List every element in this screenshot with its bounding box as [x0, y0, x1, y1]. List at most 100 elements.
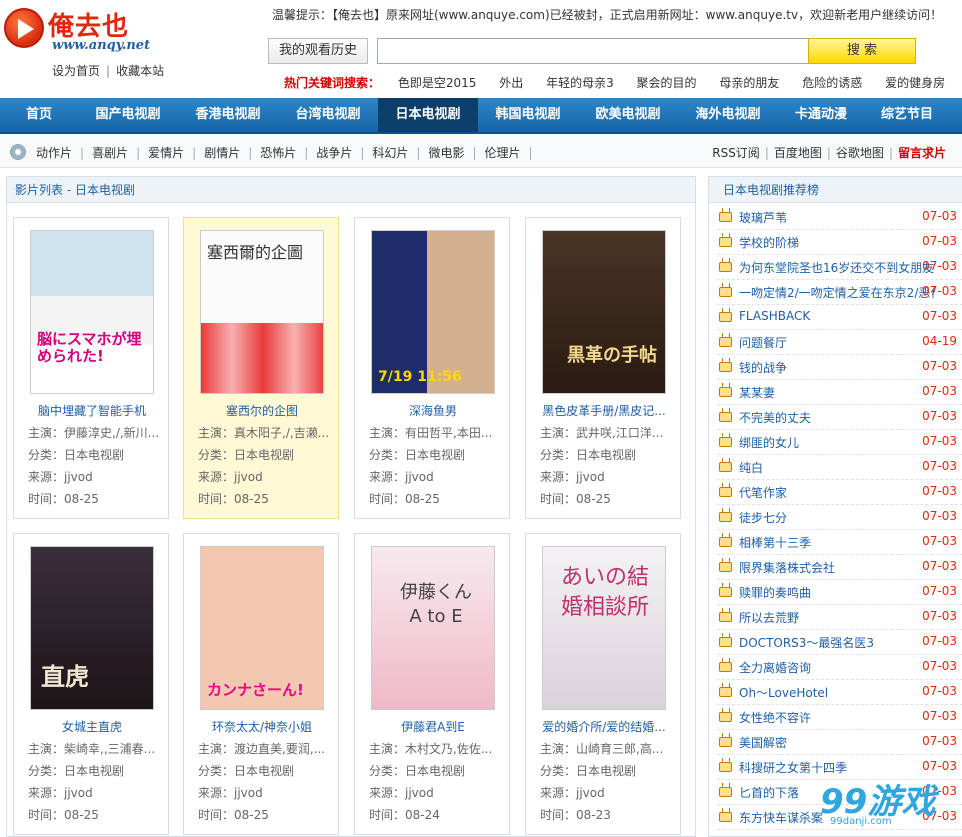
category-ethics[interactable]: 伦理片 — [485, 146, 521, 160]
ranking-item-name[interactable]: 为何东堂院圣也16岁还交不到女朋友 — [739, 259, 935, 276]
nav-item-anime[interactable]: 卡通动漫 — [778, 98, 864, 132]
ranking-item-name[interactable]: 不完美的丈夫 — [739, 409, 935, 426]
nav-item-hongkong[interactable]: 香港电视剧 — [178, 98, 278, 132]
hot-keyword[interactable]: 危险的诱惑 — [802, 76, 862, 90]
movie-title[interactable]: 女城主直虎 — [20, 718, 164, 735]
ranking-item-name[interactable]: 问题餐厅 — [739, 334, 935, 351]
movie-card[interactable]: 伊藤くん A to E 伊藤君A到E 主演：木村文乃,佐佐... 分类：日本电视… — [354, 533, 510, 835]
ranking-item[interactable]: 玻璃芦苇 07-03 — [717, 205, 962, 230]
nav-item-korea[interactable]: 韩国电视剧 — [478, 98, 578, 132]
nav-item-home[interactable]: 首页 — [0, 98, 78, 132]
category-scifi[interactable]: 科幻片 — [372, 146, 408, 160]
movie-title[interactable]: 脑中埋藏了智能手机 — [20, 402, 164, 419]
site-logo[interactable]: 俺去也 www.anqy.net — [4, 4, 164, 54]
watch-history-button[interactable]: 我的观看历史 — [268, 38, 368, 64]
ranking-item-name[interactable]: 代笔作家 — [739, 484, 935, 501]
set-homepage-link[interactable]: 设为首页 — [52, 64, 100, 78]
ranking-item-name[interactable]: 限界集落株式会社 — [739, 559, 935, 576]
category-romance[interactable]: 爱情片 — [148, 146, 184, 160]
bookmark-link[interactable]: 收藏本站 — [116, 64, 164, 78]
ranking-item[interactable]: 女性绝不容许 07-03 — [717, 705, 962, 730]
ranking-item[interactable]: 不完美的丈夫 07-03 — [717, 405, 962, 430]
nav-item-taiwan[interactable]: 台湾电视剧 — [278, 98, 378, 132]
hot-keyword[interactable]: 爱的健身房 — [885, 76, 945, 90]
category-action[interactable]: 动作片 — [36, 146, 72, 160]
hot-keyword[interactable]: 聚会的目的 — [637, 76, 697, 90]
movie-poster[interactable]: カンナさーん! — [200, 546, 324, 710]
ranking-item[interactable]: 代笔作家 07-03 — [717, 480, 962, 505]
ranking-item[interactable]: 全力离婚咨询 07-03 — [717, 655, 962, 680]
ranking-item[interactable]: 一吻定情2/一吻定情之爱在东京2/恶作剧 07-03 — [717, 280, 962, 305]
ranking-item-name[interactable]: FLASHBACK — [739, 309, 935, 323]
nav-item-western[interactable]: 欧美电视剧 — [578, 98, 678, 132]
nav-item-overseas[interactable]: 海外电视剧 — [678, 98, 778, 132]
movie-title[interactable]: 爱的婚介所/爱的结婚... — [532, 718, 676, 735]
ranking-item-name[interactable]: 玻璃芦苇 — [739, 209, 935, 226]
ranking-item[interactable]: 所以去荒野 07-03 — [717, 605, 962, 630]
ranking-item-name[interactable]: 赎罪的奏鸣曲 — [739, 584, 935, 601]
ranking-item-name[interactable]: 相棒第十三季 — [739, 534, 935, 551]
google-map-link[interactable]: 谷歌地图 — [836, 146, 884, 160]
ranking-item-name[interactable]: 钱的战争 — [739, 359, 935, 376]
nav-item-mainland[interactable]: 国产电视剧 — [78, 98, 178, 132]
ranking-item-name[interactable]: 美国解密 — [739, 734, 935, 751]
category-micro-film[interactable]: 微电影 — [428, 146, 464, 160]
ranking-item[interactable]: 赎罪的奏鸣曲 07-03 — [717, 580, 962, 605]
movie-poster[interactable]: 伊藤くん A to E — [371, 546, 495, 710]
ranking-item-name[interactable]: Oh～LoveHotel — [739, 684, 935, 701]
ranking-item-name[interactable]: 某某妻 — [739, 384, 935, 401]
ranking-item-name[interactable]: 全力离婚咨询 — [739, 659, 935, 676]
ranking-item-name[interactable]: DOCTORS3～最强名医3 — [739, 634, 935, 651]
movie-title[interactable]: 伊藤君A到E — [361, 718, 505, 735]
search-input[interactable] — [377, 38, 809, 64]
ranking-item[interactable]: 问题餐厅 04-19 — [717, 330, 962, 355]
baidu-map-link[interactable]: 百度地图 — [774, 146, 822, 160]
movie-poster[interactable]: 7/19 11:56 — [371, 230, 495, 394]
ranking-item-name[interactable]: 纯白 — [739, 459, 935, 476]
category-comedy[interactable]: 喜剧片 — [92, 146, 128, 160]
movie-poster[interactable]: あいの結婚相談所 — [542, 546, 666, 710]
rss-link[interactable]: RSS订阅 — [712, 146, 760, 160]
request-movie-link[interactable]: 留言求片 — [898, 146, 946, 160]
ranking-item-name[interactable]: 一吻定情2/一吻定情之爱在东京2/恶作剧 — [739, 284, 935, 301]
category-war[interactable]: 战争片 — [316, 146, 352, 160]
ranking-item[interactable]: 相棒第十三季 07-03 — [717, 530, 962, 555]
category-horror[interactable]: 恐怖片 — [260, 146, 296, 160]
nav-item-variety[interactable]: 综艺节目 — [864, 98, 950, 132]
ranking-item[interactable]: 徒步七分 07-03 — [717, 505, 962, 530]
ranking-item-name[interactable]: 绑匪的女儿 — [739, 434, 935, 451]
ranking-item[interactable]: FLASHBACK 07-03 — [717, 305, 962, 330]
movie-poster[interactable]: 脳にスマホが埋められた! — [30, 230, 154, 394]
ranking-item[interactable]: Oh～LoveHotel 07-03 — [717, 680, 962, 705]
ranking-item[interactable]: 美国解密 07-03 — [717, 730, 962, 755]
ranking-item[interactable]: 某某妻 07-03 — [717, 380, 962, 405]
ranking-item[interactable]: 学校的阶梯 07-03 — [717, 230, 962, 255]
ranking-item[interactable]: 钱的战争 07-03 — [717, 355, 962, 380]
movie-card[interactable]: カンナさーん! 环奈太太/神奈小姐 主演：渡边直美,要润,... 分类：日本电视… — [183, 533, 339, 835]
nav-item-japan[interactable]: 日本电视剧 — [378, 98, 478, 132]
movie-card[interactable]: 黒革の手帖 黑色皮革手册/黑皮记... 主演：武井咲,江口洋... 分类：日本电… — [525, 217, 681, 519]
ranking-item-name[interactable]: 女性绝不容许 — [739, 709, 935, 726]
hot-keyword[interactable]: 年轻的母亲3 — [546, 76, 614, 90]
ranking-item[interactable]: 限界集落株式会社 07-03 — [717, 555, 962, 580]
ranking-item[interactable]: 为何东堂院圣也16岁还交不到女朋友 07-03 — [717, 255, 962, 280]
movie-poster[interactable]: 黒革の手帖 — [542, 230, 666, 394]
ranking-item[interactable]: 纯白 07-03 — [717, 455, 962, 480]
movie-title[interactable]: 环奈太太/神奈小姐 — [190, 718, 334, 735]
movie-poster[interactable]: 直虎 — [30, 546, 154, 710]
movie-card[interactable]: 脳にスマホが埋められた! 脑中埋藏了智能手机 主演：伊藤淳史,/,新川... 分… — [13, 217, 169, 519]
category-drama[interactable]: 剧情片 — [204, 146, 240, 160]
movie-card[interactable]: 7/19 11:56 深海鱼男 主演：有田哲平,本田... 分类：日本电视剧 来… — [354, 217, 510, 519]
hot-keyword[interactable]: 母亲的朋友 — [719, 76, 779, 90]
hot-keyword[interactable]: 外出 — [499, 76, 523, 90]
search-button[interactable]: 搜 索 — [808, 38, 916, 64]
ranking-item[interactable]: DOCTORS3～最强名医3 07-03 — [717, 630, 962, 655]
movie-title[interactable]: 黑色皮革手册/黑皮记... — [532, 402, 676, 419]
hot-keyword[interactable]: 色即是空2015 — [398, 76, 477, 90]
movie-card[interactable]: あいの結婚相談所 爱的婚介所/爱的结婚... 主演：山崎育三郎,高... 分类：… — [525, 533, 681, 835]
movie-card[interactable]: 塞西爾的企圖 塞西尔的企图 主演：真木阳子,/,吉濑... 分类：日本电视剧 来… — [183, 217, 339, 519]
movie-card[interactable]: 直虎 女城主直虎 主演：柴崎幸,,三浦春... 分类：日本电视剧 来源：jjvo… — [13, 533, 169, 835]
movie-title[interactable]: 深海鱼男 — [361, 402, 505, 419]
movie-title[interactable]: 塞西尔的企图 — [190, 402, 334, 419]
ranking-item-name[interactable]: 所以去荒野 — [739, 609, 935, 626]
